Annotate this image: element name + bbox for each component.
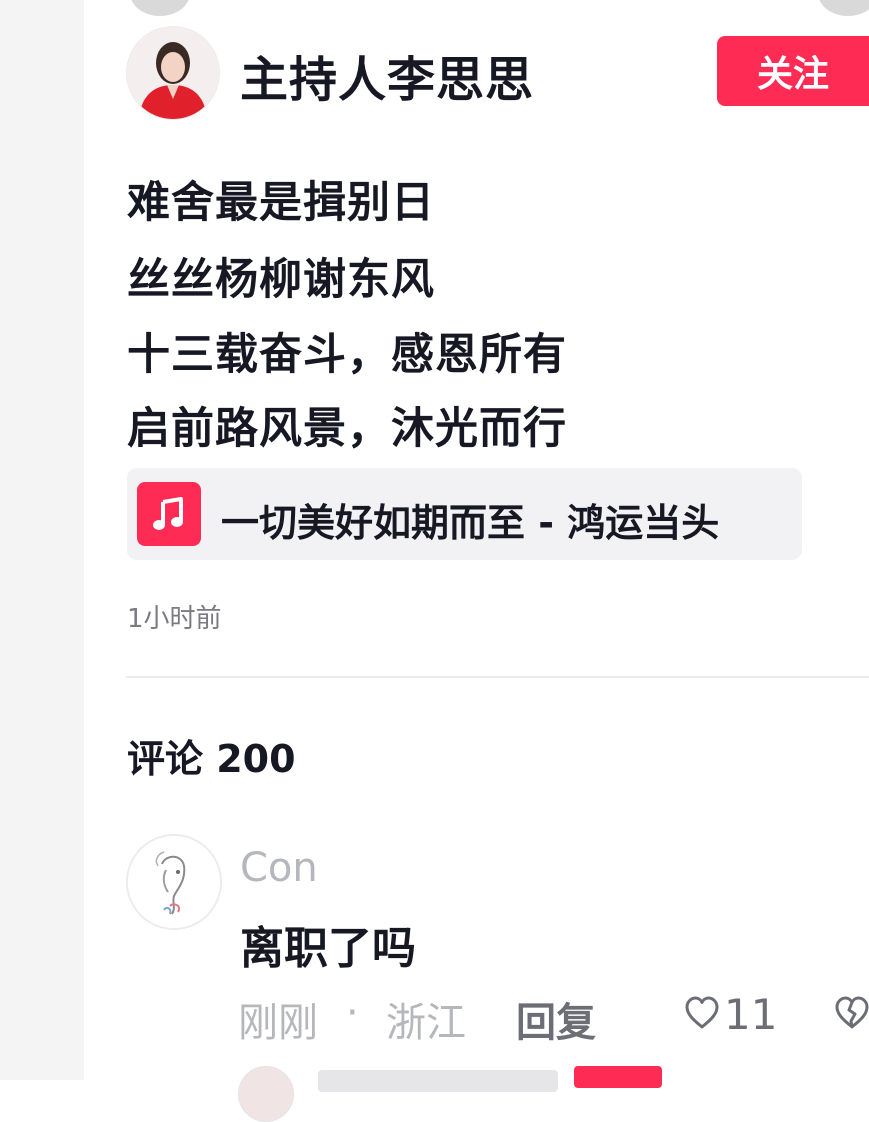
- post-text-line-2: 丝丝杨柳谢东风: [127, 255, 435, 305]
- post-text-line-4: 启前路风景，沐光而行: [127, 404, 567, 454]
- author-avatar[interactable]: [126, 26, 220, 120]
- author-badge: [574, 1066, 662, 1088]
- left-gutter: [0, 0, 84, 1080]
- comment-location: 浙江: [386, 1000, 466, 1046]
- comment-meta-separator: ·: [346, 990, 359, 1036]
- commenter-username[interactable]: Con: [240, 845, 318, 891]
- broken-heart-icon[interactable]: [832, 994, 869, 1032]
- post-text-line-3: 十三载奋斗，感恩所有: [127, 330, 567, 380]
- follow-button[interactable]: 关注: [717, 36, 869, 106]
- reply-button[interactable]: 回复: [516, 990, 596, 1048]
- reply-username-partial: [318, 1070, 558, 1092]
- post-time: 1小时前: [127, 604, 222, 634]
- divider: [126, 676, 869, 678]
- more-button[interactable]: [818, 0, 869, 16]
- commenter-avatar-image: [128, 836, 220, 928]
- reply-avatar[interactable]: [238, 1066, 294, 1122]
- back-button[interactable]: [130, 0, 190, 16]
- comment-time: 刚刚: [238, 1000, 318, 1046]
- post-text-line-1: 难舍最是揖别日: [127, 178, 435, 228]
- comment-text: 离职了吗: [240, 923, 416, 974]
- music-title: 一切美好如期而至 - 鸿运当头: [221, 501, 720, 545]
- heart-icon[interactable]: [683, 994, 721, 1032]
- like-count: 11: [724, 990, 778, 1039]
- author-avatar-image: [127, 27, 219, 119]
- comments-header: 评论 200: [127, 737, 296, 781]
- author-name[interactable]: 主持人李思思: [240, 40, 534, 110]
- music-note-icon: [137, 482, 201, 546]
- music-chip[interactable]: 一切美好如期而至 - 鸿运当头: [127, 468, 802, 560]
- commenter-avatar[interactable]: [126, 834, 222, 930]
